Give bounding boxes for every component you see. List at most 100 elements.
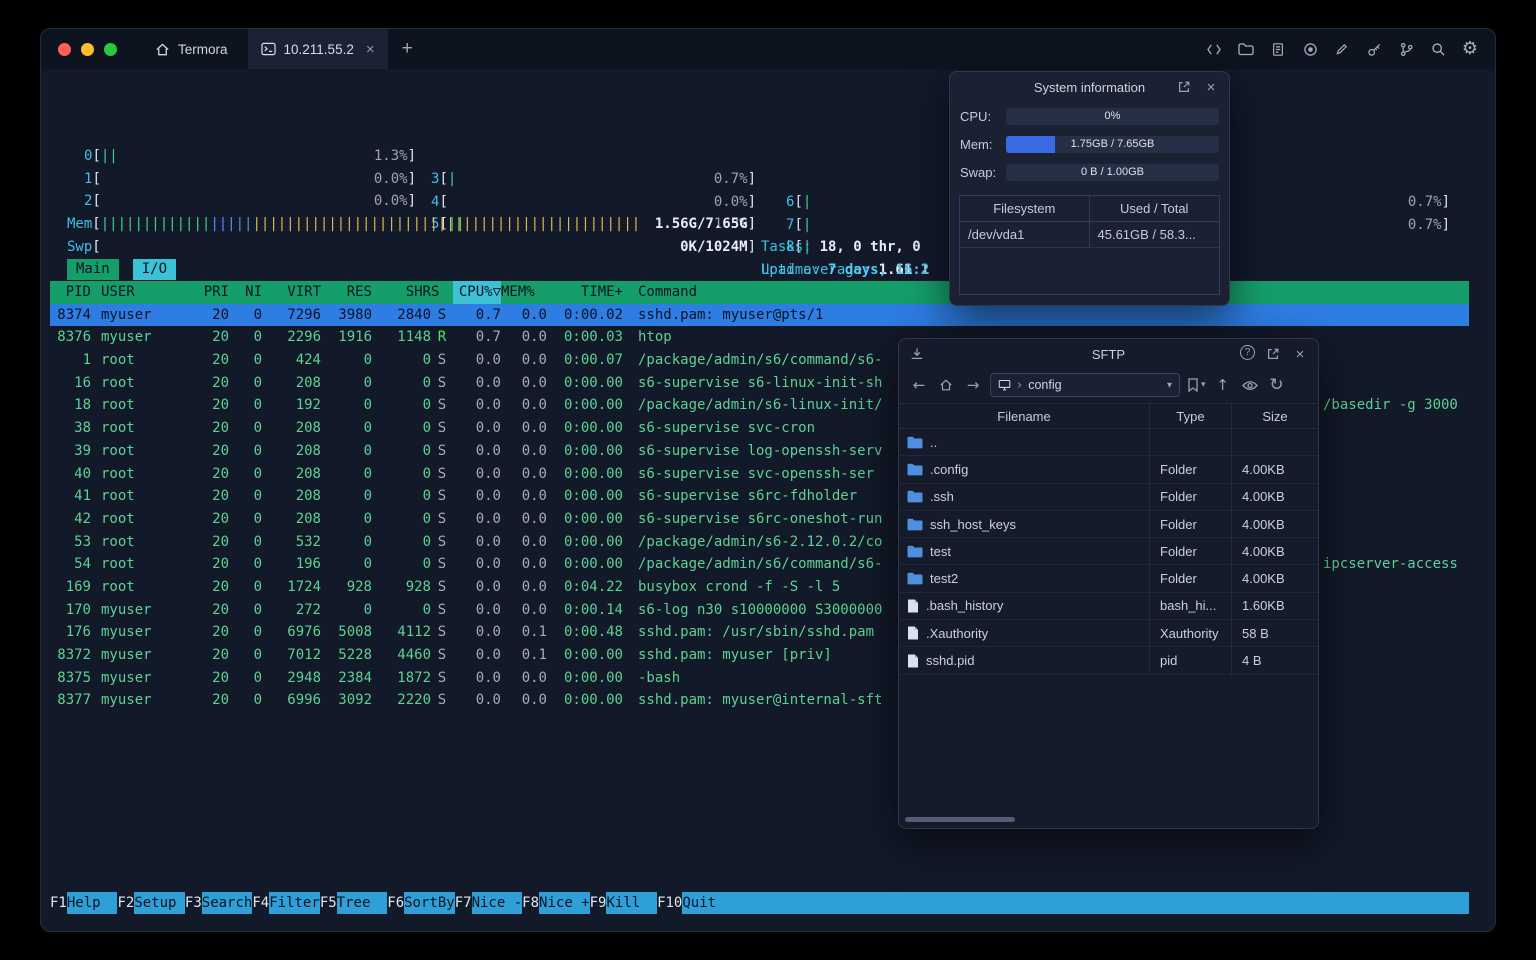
folder-icon[interactable] bbox=[1237, 40, 1255, 58]
terminal-tab-active[interactable]: 10.211.55.2 × bbox=[247, 29, 388, 69]
cpu-usage-row: CPU: 0% bbox=[950, 102, 1229, 130]
close-icon[interactable]: × bbox=[1202, 78, 1220, 96]
file-name: ssh_host_keys bbox=[930, 516, 1016, 532]
record-icon[interactable] bbox=[1301, 40, 1319, 58]
caret-down-icon: ▾ bbox=[1201, 380, 1206, 390]
function-key[interactable]: F8 Nice + bbox=[522, 892, 590, 914]
column-size[interactable]: Size bbox=[1232, 404, 1318, 428]
folder-icon bbox=[907, 572, 923, 585]
file-row[interactable]: .. bbox=[899, 429, 1318, 457]
column-pid[interactable]: PID bbox=[50, 281, 91, 304]
zoom-window-button[interactable] bbox=[104, 42, 117, 56]
function-key[interactable]: F4 Filter bbox=[252, 892, 320, 914]
terminal-icon bbox=[260, 42, 276, 56]
file-size: 4 B bbox=[1242, 653, 1262, 669]
folder-icon bbox=[907, 463, 923, 476]
key-icon[interactable] bbox=[1365, 40, 1383, 58]
function-key[interactable]: F9 Kill bbox=[590, 892, 658, 914]
column-type[interactable]: Type bbox=[1150, 404, 1232, 428]
column-pri[interactable]: PRI bbox=[183, 281, 229, 304]
file-name: .. bbox=[930, 434, 938, 450]
file-row[interactable]: .config Folder 4.00KB bbox=[899, 456, 1318, 484]
file-size bbox=[1232, 429, 1318, 455]
close-window-button[interactable] bbox=[58, 42, 71, 56]
swap-meter: Swp[0K/1024M] bbox=[67, 238, 756, 255]
mem-usage-row: Mem: 1.75GB / 7.65GB bbox=[950, 130, 1229, 158]
file-row[interactable]: ssh_host_keys Folder 4.00KB bbox=[899, 510, 1318, 539]
forward-icon[interactable]: → bbox=[963, 375, 983, 395]
log-file-icon[interactable] bbox=[1269, 40, 1287, 58]
file-type: Xauthority bbox=[1150, 620, 1232, 647]
help-icon[interactable]: ? bbox=[1240, 345, 1255, 360]
function-key[interactable]: F6 SortBy bbox=[387, 892, 455, 914]
file-type: Folder bbox=[1150, 456, 1232, 483]
swap-line: Swp[0K/1024M] Load average: 1.61 1 bbox=[41, 190, 1495, 278]
git-branch-icon[interactable] bbox=[1397, 40, 1415, 58]
column-time[interactable]: TIME+ bbox=[547, 281, 623, 304]
path-breadcrumb[interactable]: › config ▾ bbox=[990, 373, 1180, 397]
sftp-file-list: .. .config Folder 4.00KB .ssh Folder 4.0… bbox=[899, 429, 1318, 675]
refresh-icon[interactable]: ↻ bbox=[1267, 375, 1287, 395]
column-shr[interactable]: SHR bbox=[372, 281, 431, 304]
download-icon[interactable] bbox=[908, 345, 926, 363]
screen-tab-main[interactable]: Main bbox=[67, 259, 119, 280]
file-row[interactable]: .bash_history bash_hi... 1.60KB bbox=[899, 592, 1318, 621]
column-filename[interactable]: Filename bbox=[899, 404, 1150, 428]
tab-close-icon[interactable]: × bbox=[366, 41, 375, 58]
traffic-lights bbox=[41, 42, 135, 56]
cpu-usage-bar: 0% bbox=[1006, 107, 1219, 125]
function-key[interactable]: F5 Tree bbox=[320, 892, 388, 914]
column-state[interactable]: S bbox=[431, 281, 453, 304]
eye-icon[interactable] bbox=[1240, 375, 1260, 395]
column-mem[interactable]: MEM% bbox=[501, 281, 547, 304]
upload-icon[interactable]: ↑ bbox=[1213, 375, 1233, 395]
function-key[interactable]: F7 Nice - bbox=[455, 892, 523, 914]
pencil-icon[interactable] bbox=[1333, 40, 1351, 58]
file-row[interactable]: .Xauthority Xauthority 58 B bbox=[899, 620, 1318, 648]
file-type: Folder bbox=[1150, 483, 1232, 510]
scrollbar-thumb[interactable] bbox=[905, 817, 1015, 822]
column-used-total: Used / Total bbox=[1120, 201, 1189, 216]
function-key[interactable]: F1 Help bbox=[50, 892, 118, 914]
function-key[interactable]: F3 Search bbox=[185, 892, 253, 914]
sysinfo-header: System information × bbox=[950, 72, 1229, 102]
breadcrumb-folder: config bbox=[1028, 378, 1062, 392]
chevron-right-icon: › bbox=[1017, 377, 1023, 393]
chevron-down-icon[interactable]: ▾ bbox=[1167, 380, 1172, 391]
search-icon[interactable] bbox=[1429, 40, 1447, 58]
window-toolbar: ⚙ bbox=[1205, 40, 1495, 58]
home-tab-label: Termora bbox=[178, 41, 228, 57]
open-external-icon[interactable] bbox=[1175, 78, 1193, 96]
function-bar-filler bbox=[732, 892, 1469, 914]
mem-usage-bar: 1.75GB / 7.65GB bbox=[1006, 135, 1219, 153]
open-external-icon[interactable] bbox=[1264, 345, 1282, 363]
file-row[interactable]: test Folder 4.00KB bbox=[899, 538, 1318, 566]
minimize-window-button[interactable] bbox=[81, 42, 94, 56]
horizontal-scrollbar[interactable] bbox=[903, 817, 1314, 823]
process-row[interactable]: 8374 myuser 20 0 7296 3980 2840 S 0.7 0.… bbox=[50, 303, 1469, 327]
home-icon[interactable] bbox=[936, 375, 956, 395]
new-tab-button[interactable]: + bbox=[388, 38, 427, 60]
column-user[interactable]: USER bbox=[91, 281, 183, 304]
column-res[interactable]: RES bbox=[321, 281, 372, 304]
bookmark-button[interactable]: ▾ bbox=[1187, 378, 1206, 392]
column-ni[interactable]: NI bbox=[229, 281, 262, 304]
file-row[interactable]: sshd.pid pid 4 B bbox=[899, 647, 1318, 675]
column-cpu-sorted[interactable]: CPU% ▽ bbox=[453, 281, 501, 304]
file-row[interactable]: .ssh Folder 4.00KB bbox=[899, 483, 1318, 511]
gear-icon[interactable]: ⚙ bbox=[1461, 40, 1479, 58]
column-virt[interactable]: VIRT bbox=[262, 281, 321, 304]
close-icon[interactable]: × bbox=[1291, 345, 1309, 363]
code-icon[interactable] bbox=[1205, 40, 1223, 58]
file-row[interactable]: test2 Folder 4.00KB bbox=[899, 565, 1318, 593]
back-icon[interactable]: ← bbox=[909, 375, 929, 395]
process-table-header: PID USER PRI NI VIRT RES SHR S CPU% ▽ MEM… bbox=[50, 281, 1469, 304]
function-key[interactable]: F2 Setup bbox=[117, 892, 185, 914]
home-tab[interactable]: Termora bbox=[135, 29, 248, 69]
screen-tab-io[interactable]: I/O bbox=[132, 259, 177, 280]
function-key[interactable]: F10 Quit bbox=[657, 892, 733, 914]
filesystem-table-header: Filesystem Used / Total bbox=[960, 196, 1219, 222]
file-size: 4.00KB bbox=[1242, 516, 1285, 532]
file-size: 4.00KB bbox=[1242, 571, 1285, 587]
sftp-header: SFTP ? × bbox=[899, 339, 1318, 369]
